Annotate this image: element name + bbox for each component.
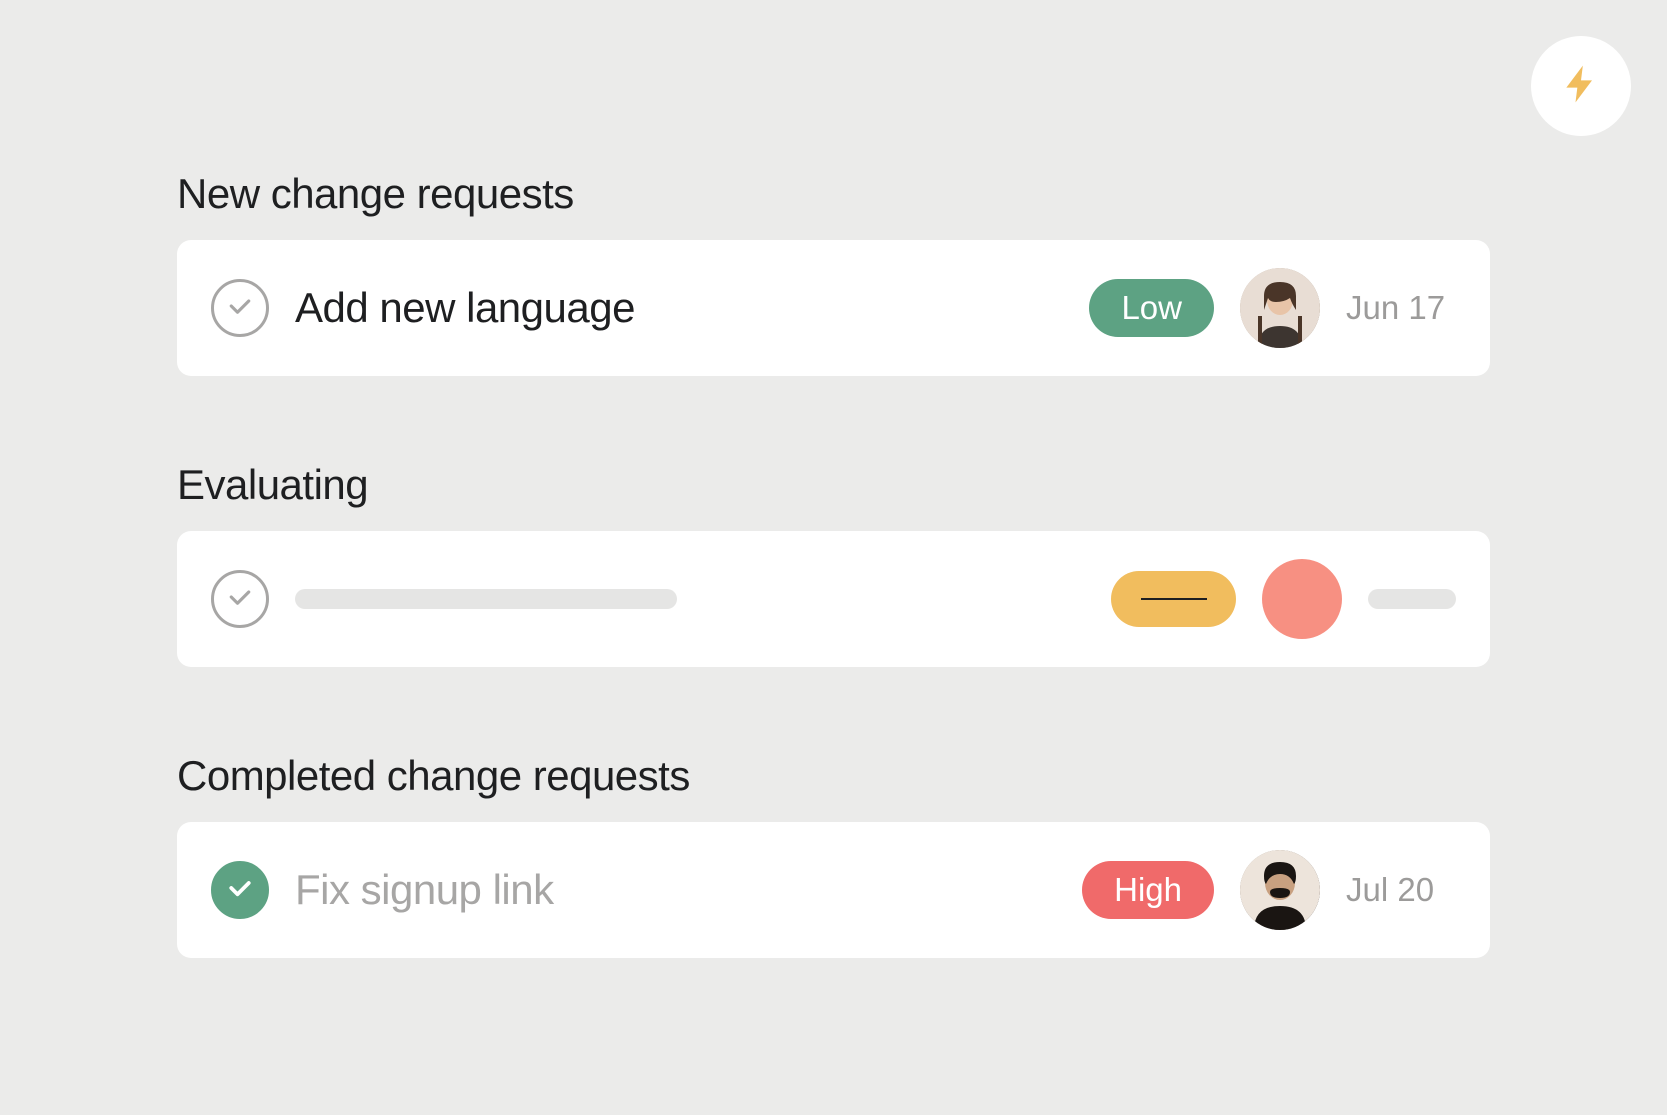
assignee-avatar[interactable] xyxy=(1240,850,1320,930)
assignee-avatar[interactable] xyxy=(1240,268,1320,348)
section-evaluating: Evaluating xyxy=(177,461,1490,667)
task-date-placeholder xyxy=(1368,589,1456,609)
priority-badge-low[interactable]: Low xyxy=(1089,279,1214,337)
section-title: Evaluating xyxy=(177,461,1490,509)
task-date: Jun 17 xyxy=(1346,289,1456,327)
check-icon xyxy=(225,873,255,908)
section-title: Completed change requests xyxy=(177,752,1490,800)
task-title: Add new language xyxy=(295,284,1063,332)
task-card-placeholder[interactable] xyxy=(177,531,1490,667)
check-icon xyxy=(225,582,255,617)
section-completed: Completed change requests Fix signup lin… xyxy=(177,752,1490,958)
priority-badge-placeholder xyxy=(1111,571,1236,627)
section-title: New change requests xyxy=(177,170,1490,218)
task-card[interactable]: Add new language Low Jun 17 xyxy=(177,240,1490,376)
automation-badge[interactable] xyxy=(1531,36,1631,136)
task-complete-toggle[interactable] xyxy=(211,570,269,628)
task-title-placeholder xyxy=(295,589,677,609)
task-date: Jul 20 xyxy=(1346,871,1456,909)
lightning-icon xyxy=(1559,62,1603,111)
priority-badge-high[interactable]: High xyxy=(1082,861,1214,919)
task-title: Fix signup link xyxy=(295,866,1056,914)
task-complete-toggle[interactable] xyxy=(211,861,269,919)
assignee-avatar-placeholder xyxy=(1262,559,1342,639)
section-new-requests: New change requests Add new language Low xyxy=(177,170,1490,376)
check-icon xyxy=(225,291,255,326)
task-card[interactable]: Fix signup link High Jul 20 xyxy=(177,822,1490,958)
task-complete-toggle[interactable] xyxy=(211,279,269,337)
